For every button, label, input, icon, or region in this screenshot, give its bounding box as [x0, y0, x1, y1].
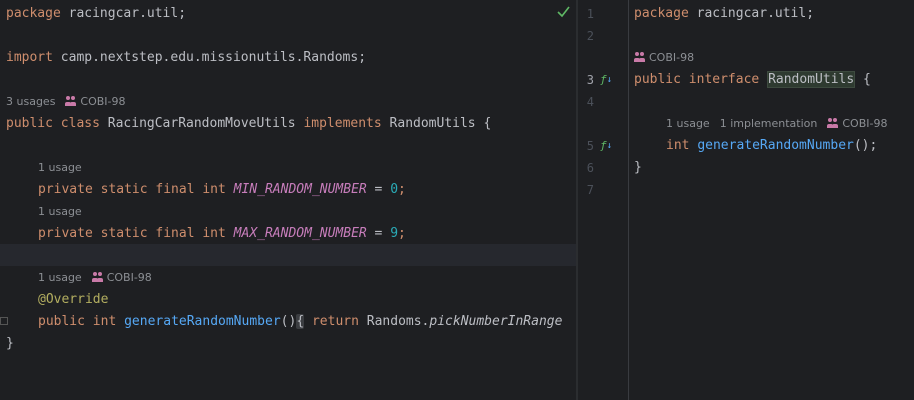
- implemented-icon[interactable]: ƒ↓: [600, 69, 616, 91]
- method-name: generateRandomNumber: [124, 314, 281, 329]
- class-author: COBI-98: [80, 95, 126, 108]
- min-constant-line[interactable]: private static final int MIN_RANDOM_NUMB…: [38, 179, 576, 201]
- method-usage-hint[interactable]: 1 usage COBI-98: [38, 267, 152, 289]
- implements-keyword: implements: [303, 116, 382, 131]
- people-icon: [91, 272, 104, 282]
- people-icon: [827, 118, 839, 128]
- interface-keyword: interface: [688, 72, 760, 87]
- override-annotation: @Override: [38, 292, 109, 307]
- package-keyword: package: [634, 6, 689, 21]
- interface-author: COBI-98: [649, 51, 695, 64]
- implemented-icon[interactable]: ƒ↓: [600, 135, 616, 157]
- public-keyword: public: [634, 72, 681, 87]
- max-constant-name: MAX_RANDOM_NUMBER: [233, 226, 367, 241]
- randoms-reference: Randoms.: [358, 314, 430, 329]
- method-author: COBI-98: [842, 117, 888, 130]
- interface-name[interactable]: RandomUtils: [767, 71, 856, 88]
- package-name: racingcar.util;: [688, 6, 815, 21]
- line-number: 5: [586, 139, 594, 153]
- line-number: 7: [586, 183, 594, 197]
- assign: =: [366, 182, 391, 197]
- method-parens: ();: [853, 138, 878, 153]
- line-number: 1: [586, 7, 594, 21]
- min-usage-hint[interactable]: 1 usage: [38, 157, 82, 179]
- line-number-gutter[interactable]: 1 2 3 ƒ↓ 4 5 ƒ↓ 6 7: [578, 0, 629, 400]
- override-line[interactable]: @Override: [38, 289, 576, 311]
- class-declaration-line[interactable]: public class RacingCarRandomMoveUtils im…: [6, 113, 576, 135]
- open-brace: {: [855, 72, 871, 87]
- interface-reference: RandomUtils {: [381, 116, 492, 131]
- closing-brace: }: [634, 160, 642, 175]
- class-usage-hint[interactable]: 3 usages COBI-98: [6, 91, 126, 113]
- import-line[interactable]: import camp.nextstep.edu.missionutils.Ra…: [6, 47, 576, 69]
- interface-author-hint[interactable]: COBI-98: [634, 47, 694, 69]
- semicolon: ;: [398, 226, 406, 241]
- modifiers: private static final int: [38, 182, 226, 197]
- import-path: camp.nextstep.edu.missionutils.Randoms;: [52, 50, 367, 65]
- min-value: 0: [390, 182, 399, 197]
- method-name: generateRandomNumber: [697, 138, 854, 153]
- modifiers: private static final int: [38, 226, 226, 241]
- interface-declaration-line[interactable]: public interface RandomUtils {: [634, 69, 914, 91]
- class-name: RacingCarRandomMoveUtils: [99, 116, 304, 131]
- min-constant-name: MIN_RANDOM_NUMBER: [233, 182, 367, 197]
- package-line[interactable]: package racingcar.util;: [634, 3, 914, 25]
- line-number: 2: [586, 29, 594, 43]
- class-usages-count[interactable]: 3 usages: [6, 95, 55, 108]
- assign: =: [366, 226, 391, 241]
- semicolon: ;: [398, 182, 406, 197]
- method-modifiers: public int: [38, 314, 117, 329]
- interface-close-line[interactable]: }: [634, 157, 914, 179]
- method-line[interactable]: public int generateRandomNumber(){ retur…: [38, 311, 576, 333]
- package-line[interactable]: package racingcar.util;: [6, 3, 576, 25]
- import-keyword: import: [6, 50, 53, 65]
- method-usage-count[interactable]: 1 usage: [38, 271, 82, 284]
- folded-brace[interactable]: {: [296, 314, 305, 329]
- method-signature-line[interactable]: int generateRandomNumber();: [666, 135, 914, 157]
- public-keyword: public: [6, 116, 53, 131]
- line-number: 4: [586, 95, 594, 109]
- return-keyword: return: [311, 314, 359, 329]
- line-number: 3: [586, 73, 594, 87]
- method-usage-hint[interactable]: 1 usage 1 implementation COBI-98: [666, 113, 887, 135]
- closing-brace: }: [6, 336, 14, 351]
- class-close-line[interactable]: }: [6, 333, 576, 355]
- max-value: 9: [390, 226, 399, 241]
- fold-icon[interactable]: [0, 317, 8, 325]
- right-editor-pane[interactable]: package racingcar.util; COBI-98 public i…: [629, 0, 914, 400]
- max-usage-count[interactable]: 1 usage: [38, 205, 82, 218]
- min-usage-count[interactable]: 1 usage: [38, 161, 82, 174]
- package-keyword: package: [6, 6, 61, 21]
- max-constant-line[interactable]: private static final int MAX_RANDOM_NUMB…: [38, 223, 576, 245]
- people-icon: [65, 96, 77, 106]
- class-keyword: class: [60, 116, 100, 131]
- max-usage-hint[interactable]: 1 usage: [38, 201, 82, 223]
- method-usage-count[interactable]: 1 usage: [666, 117, 710, 130]
- pick-number-call: pickNumberInRange: [429, 314, 563, 329]
- method-implementation-count[interactable]: 1 implementation: [720, 117, 818, 130]
- package-name: racingcar.util;: [60, 6, 187, 21]
- method-parens: (): [280, 314, 297, 329]
- int-keyword: int: [666, 138, 690, 153]
- current-line-highlight: [0, 244, 576, 266]
- method-author: COBI-98: [106, 271, 152, 284]
- left-editor-pane[interactable]: package racingcar.util; import camp.next…: [0, 0, 576, 400]
- line-number: 6: [586, 161, 594, 175]
- people-icon: [634, 52, 646, 62]
